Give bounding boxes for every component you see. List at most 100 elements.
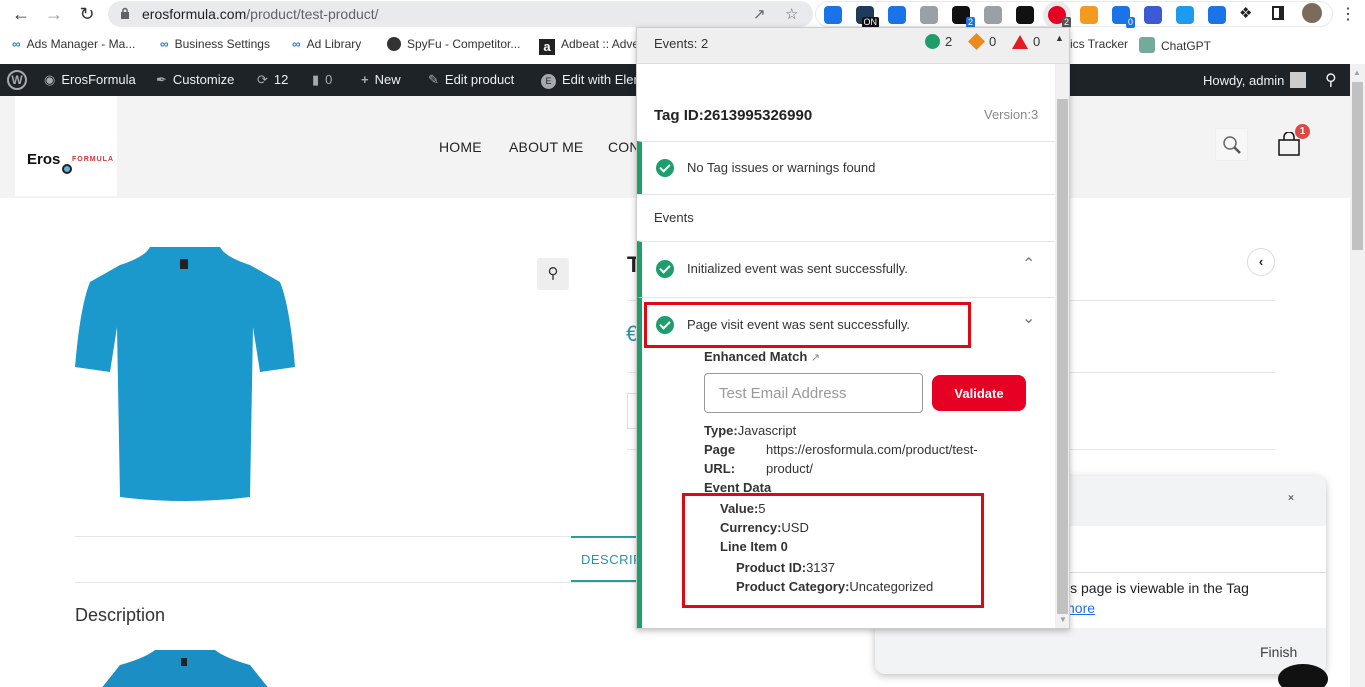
admin-search-icon[interactable]: ⚲: [1325, 70, 1337, 90]
event-row-initialized[interactable]: Initialized event was sent successfully.…: [637, 241, 1055, 297]
collapse-toggle-icon[interactable]: ⌄ ⌃: [1286, 488, 1296, 508]
bookmark-ad-library[interactable]: ∞ Ad Library: [292, 37, 361, 51]
scrollbar-thumb[interactable]: [1057, 99, 1068, 614]
dashboard-icon: ◉: [44, 72, 56, 87]
site-name-label: ErosFormula: [61, 72, 136, 87]
extension-tag-icon[interactable]: [1208, 6, 1226, 24]
page-scrollbar[interactable]: ▲: [1350, 64, 1365, 687]
address-bar[interactable]: erosformula.com/product/test-product/ ↗ …: [108, 1, 813, 27]
enhanced-match-label: Enhanced Match ↗: [704, 349, 820, 364]
bookmark-adbeat[interactable]: a Adbeat :: Adve: [539, 37, 639, 55]
extension-dots-icon[interactable]: [1144, 6, 1162, 24]
tag-version: Version:3: [984, 107, 1039, 122]
wordpress-logo-icon[interactable]: W: [7, 70, 27, 90]
extension-face-icon[interactable]: [1080, 6, 1098, 24]
bookmark-star-icon[interactable]: ☆: [785, 5, 798, 23]
flask-icon: [62, 164, 72, 174]
image-zoom-button[interactable]: ⚲: [537, 258, 569, 290]
kebab-menu-icon[interactable]: ⋮: [1340, 4, 1356, 24]
elementor-icon: E: [541, 74, 556, 89]
extension-doc-icon[interactable]: 0: [1112, 6, 1135, 28]
highlight-box-event-data: [682, 493, 984, 608]
no-issues-text: No Tag issues or warnings found: [687, 160, 876, 175]
new-label: New: [374, 72, 401, 87]
profile-avatar[interactable]: [1302, 3, 1322, 23]
chevron-up-icon[interactable]: ⌃: [1022, 254, 1035, 274]
chat-fab[interactable]: [1278, 664, 1328, 687]
admin-account[interactable]: Howdy, admin: [1203, 72, 1307, 88]
extension-tiktok-icon[interactable]: 2: [952, 6, 975, 28]
admin-new[interactable]: + New: [361, 72, 401, 87]
url-domain: erosformula.com: [142, 6, 247, 22]
admin-comments[interactable]: ▮ 0: [312, 72, 332, 88]
meta-icon: ∞: [12, 37, 21, 51]
adbeat-icon: a: [539, 39, 555, 55]
reload-icon[interactable]: ↻: [76, 3, 98, 25]
events-count: Events: 2: [654, 36, 709, 51]
success-stat: 2: [925, 34, 952, 49]
bookmark-business-settings[interactable]: ∞ Business Settings: [160, 37, 270, 51]
url-text: erosformula.com/product/test-product/: [142, 6, 379, 22]
page-url-key-2: URL:: [704, 461, 736, 476]
popup-body: Tag ID:2613995326990 Version:3 No Tag is…: [637, 64, 1055, 628]
admin-customize[interactable]: ✒ Customize: [156, 72, 234, 88]
admin-updates[interactable]: ⟳ 12: [257, 72, 288, 88]
bookmark-analytics-tracker[interactable]: ics Tracker: [1070, 37, 1128, 51]
highlight-box-page-visit: [644, 302, 971, 348]
extension-pinterest-tag-helper-icon[interactable]: 2: [1048, 6, 1071, 28]
bookmark-label: Business Settings: [174, 37, 270, 51]
bookmark-chatgpt[interactable]: ChatGPT: [1139, 37, 1211, 53]
tab-description[interactable]: DESCRIPTION: [571, 536, 675, 582]
description-image: [102, 650, 268, 687]
logo-subtext: FORMULA: [72, 156, 114, 163]
extension-code-icon[interactable]: [984, 6, 1002, 24]
spyfu-icon: [387, 37, 401, 51]
site-logo[interactable]: Eros FORMULA: [15, 96, 117, 196]
event-initialized-text: Initialized event was sent successfully.: [687, 261, 908, 276]
warning-diamond-icon: [968, 33, 985, 50]
extension-snapchat-icon[interactable]: [1016, 6, 1034, 24]
bookmark-spyfu[interactable]: SpyFu - Competitor...: [387, 37, 520, 51]
divider: [75, 536, 640, 537]
side-panel-icon[interactable]: [1272, 6, 1284, 20]
events-section-header: Events: [637, 194, 1055, 241]
admin-site-name[interactable]: ◉ ErosFormula: [44, 72, 136, 88]
product-image[interactable]: [75, 247, 295, 502]
share-icon[interactable]: ↗: [753, 5, 766, 23]
admin-avatar: [1290, 72, 1307, 88]
events-section-title: Events: [654, 210, 694, 225]
nav-about-me[interactable]: ABOUT ME: [509, 139, 583, 155]
extension-1-icon[interactable]: [824, 6, 842, 24]
nav-home[interactable]: HOME: [439, 139, 482, 155]
chevron-down-icon[interactable]: ⌄: [1022, 308, 1035, 328]
updates-icon: ⟳: [257, 72, 268, 87]
header-search-button[interactable]: [1215, 128, 1248, 161]
back-arrow-icon[interactable]: ←: [10, 3, 32, 25]
extension-gear-icon[interactable]: [920, 6, 938, 24]
collapse-popup-icon[interactable]: ▲: [1055, 33, 1064, 43]
description-heading: Description: [75, 605, 166, 625]
extension-twitter-icon[interactable]: [1176, 6, 1194, 24]
browser-toolbar: ← → ↻ erosformula.com/product/test-produ…: [0, 0, 1365, 28]
scrollbar-thumb[interactable]: [1352, 82, 1363, 250]
forward-arrow-icon[interactable]: →: [43, 3, 65, 25]
magnifier-icon: [1223, 136, 1241, 154]
meta-icon: ∞: [160, 37, 169, 51]
popup-scrollbar[interactable]: ▼: [1055, 64, 1069, 628]
howdy-label: Howdy, admin: [1203, 73, 1285, 88]
validate-button[interactable]: Validate: [932, 375, 1026, 411]
extension-eye-icon[interactable]: [888, 6, 906, 24]
scroll-down-arrow-icon[interactable]: ▼: [1059, 615, 1067, 624]
bookmark-label: Ads Manager - Ma...: [26, 37, 136, 51]
admin-edit-product[interactable]: ✎ Edit product: [428, 72, 514, 88]
external-link-icon[interactable]: ↗: [811, 352, 820, 364]
test-email-input[interactable]: [704, 373, 923, 413]
brush-icon: ✒: [156, 72, 167, 87]
previous-product-button[interactable]: ‹: [1247, 248, 1275, 276]
scroll-up-arrow-icon[interactable]: ▲: [1353, 68, 1361, 77]
bookmark-ads-manager[interactable]: ∞ Ads Manager - Ma...: [12, 37, 135, 51]
comments-count: 0: [325, 72, 333, 87]
extension-on-icon[interactable]: ON: [856, 6, 879, 28]
extensions-puzzle-icon[interactable]: ❖: [1239, 4, 1252, 22]
finish-button[interactable]: Finish: [1260, 644, 1297, 660]
